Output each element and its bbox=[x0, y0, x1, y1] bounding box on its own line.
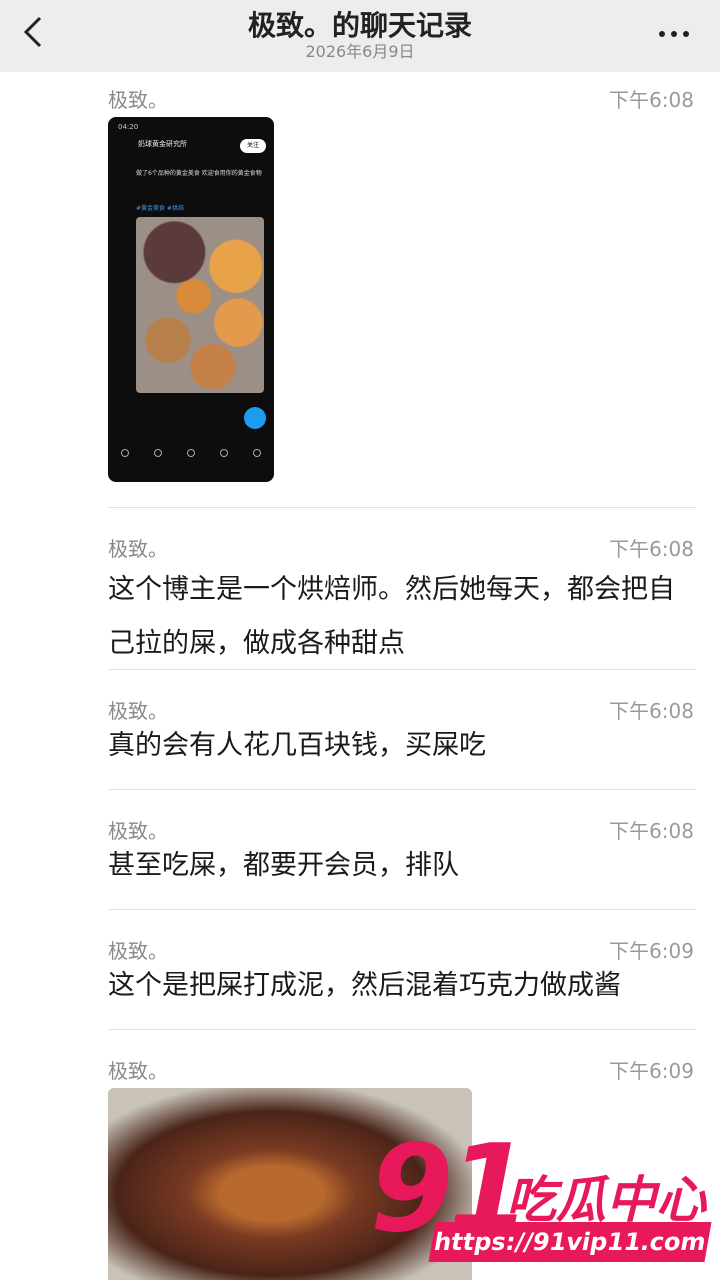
divider bbox=[108, 909, 696, 910]
thumb-tags: #黄金美食 #烘焙 bbox=[136, 205, 184, 212]
divider bbox=[108, 789, 696, 790]
thumb-post-text: 做了6个品种的黄金美食 欢迎食用你的黄金食物 bbox=[136, 170, 262, 177]
chat-date: 2026年6月9日 bbox=[305, 42, 415, 61]
message-time: 下午6:09 bbox=[609, 1059, 694, 1083]
divider bbox=[108, 669, 696, 670]
message-item: 极致。 下午6:08 这个博主是一个烘焙师。然后她每天，都会把自己拉的屎，做成各… bbox=[108, 533, 696, 663]
message-item: 极致。 下午6:08 真的会有人花几百块钱，买屎吃 bbox=[108, 695, 696, 785]
message-text: 这个是把屎打成泥，然后混着巧克力做成酱 bbox=[108, 970, 621, 1001]
watermark-url: https://91vip11.com bbox=[428, 1222, 712, 1262]
chat-header: 极致。的聊天记录 2026年6月9日 bbox=[0, 0, 720, 72]
message-time: 下午6:08 bbox=[609, 537, 694, 561]
more-icon[interactable] bbox=[656, 22, 696, 42]
thumb-food-photo bbox=[136, 217, 264, 393]
message-text: 这个博主是一个烘焙师。然后她每天，都会把自己拉的屎，做成各种甜点 bbox=[108, 574, 675, 659]
message-item: 极致。 下午6:08 甚至吃屎，都要开会员，排队 bbox=[108, 815, 696, 905]
thumb-follow: 关注 bbox=[240, 139, 266, 153]
thumb-account: 奶球黄金研究所 bbox=[138, 140, 187, 148]
thumb-status-time: 04:20 bbox=[118, 123, 139, 131]
divider bbox=[108, 507, 696, 508]
screenshot-image[interactable]: 04:20 奶球黄金研究所 关注 做了6个品种的黄金美食 欢迎食用你的黄金食物 … bbox=[108, 117, 274, 482]
compose-icon bbox=[244, 407, 266, 429]
message-sender: 极致。 bbox=[108, 537, 168, 561]
thumb-nav-bar bbox=[108, 443, 274, 463]
message-text: 甚至吃屎，都要开会员，排队 bbox=[108, 850, 459, 881]
message-text: 真的会有人花几百块钱，买屎吃 bbox=[108, 730, 486, 761]
message-item: 极致。 下午6:09 这个是把屎打成泥，然后混着巧克力做成酱 bbox=[108, 935, 696, 1025]
message-time: 下午6:08 bbox=[609, 88, 694, 112]
message-item: 极致。 下午6:09 bbox=[108, 1055, 696, 1085]
divider bbox=[108, 1029, 696, 1030]
message-sender: 极致。 bbox=[108, 88, 168, 112]
message-sender: 极致。 bbox=[108, 1059, 168, 1083]
